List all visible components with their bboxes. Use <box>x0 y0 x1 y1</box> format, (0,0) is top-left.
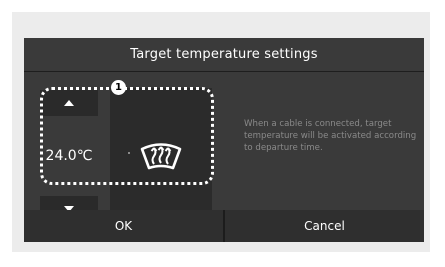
ok-button[interactable]: OK <box>24 210 223 242</box>
dialog-button-bar: OK Cancel <box>24 210 424 242</box>
info-text: When a cable is connected, target temper… <box>244 119 417 153</box>
temperature-up-button[interactable] <box>40 90 98 116</box>
windshield-defroster-icon <box>140 143 182 170</box>
defroster-button[interactable] <box>110 88 212 222</box>
temperature-value: 24.0℃ <box>45 148 93 164</box>
dialog-title: Target temperature settings <box>24 38 424 72</box>
decorative-dot <box>128 152 130 154</box>
cancel-button[interactable]: Cancel <box>225 210 424 242</box>
arrow-up-icon <box>64 100 74 106</box>
target-temperature-dialog: Target temperature settings 24.0℃ When a… <box>24 38 424 242</box>
temperature-control: 24.0℃ <box>36 88 98 224</box>
callout-badge: 1 <box>111 80 126 95</box>
